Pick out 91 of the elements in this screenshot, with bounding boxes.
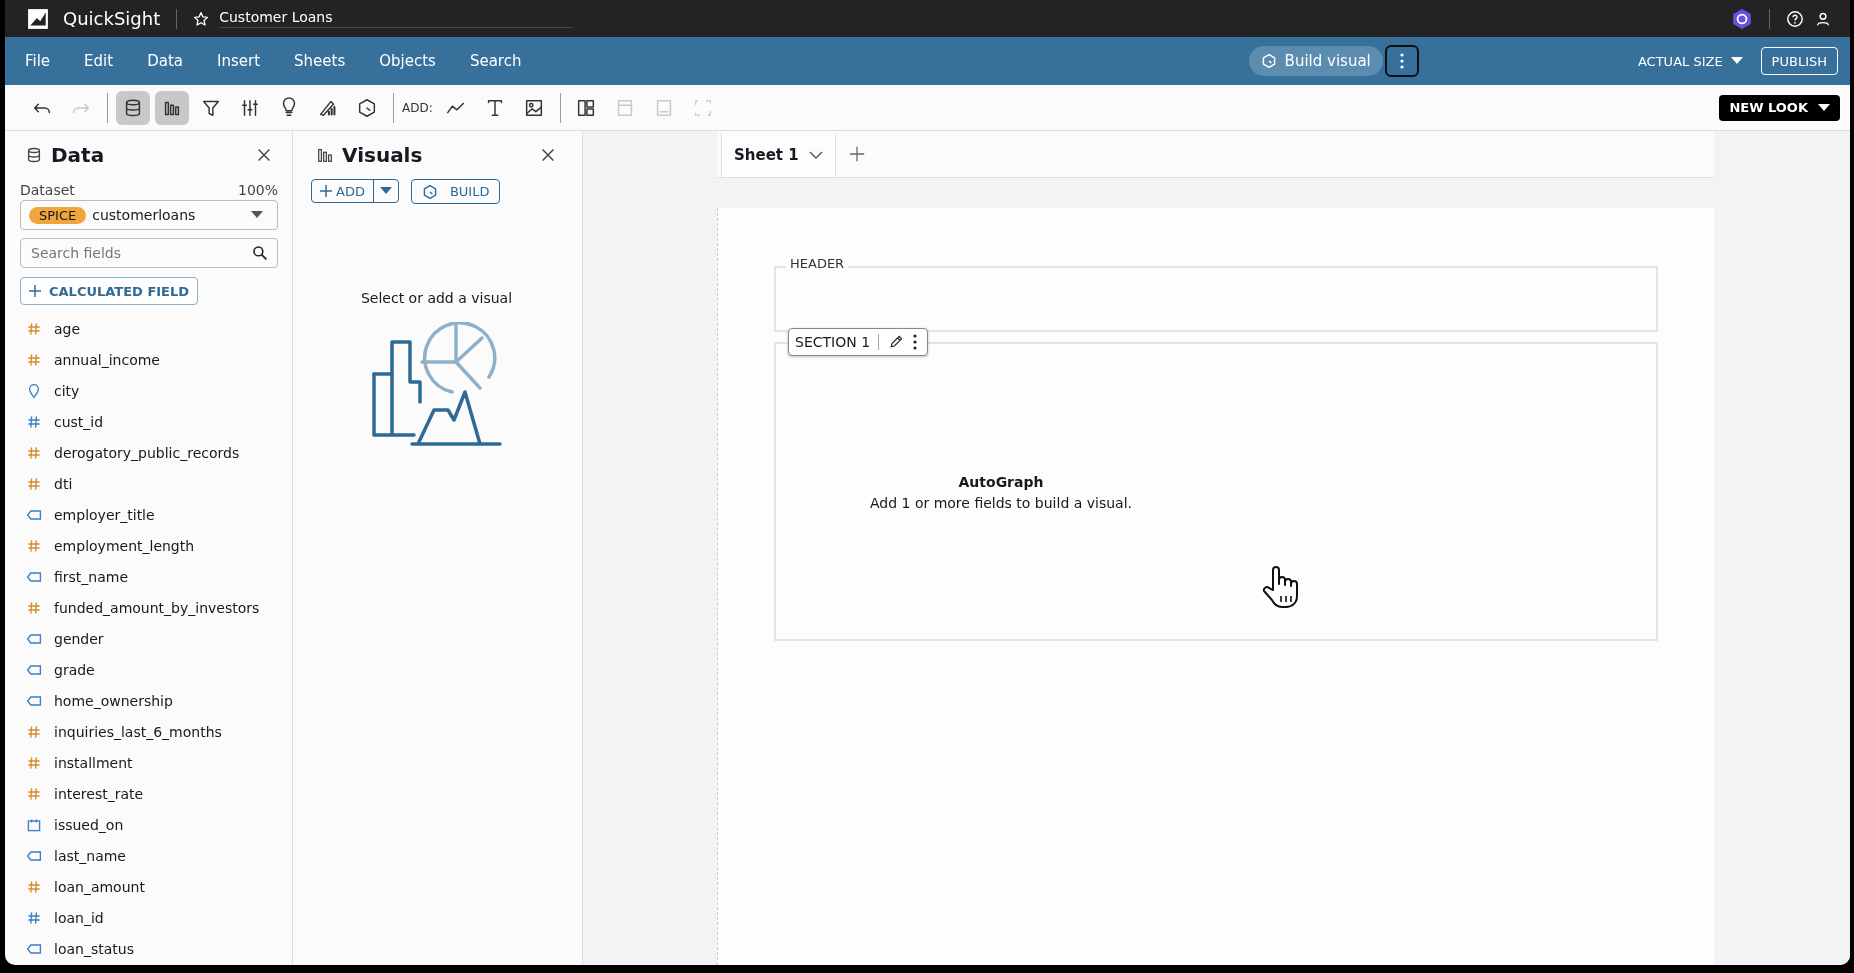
menu-item[interactable]: Sheets (294, 52, 346, 70)
dataset-name: customerloans (92, 207, 196, 223)
field-name[interactable]: grade (54, 661, 95, 678)
more-icon[interactable] (913, 334, 918, 350)
caret-icon (1730, 57, 1743, 65)
pencil-icon[interactable] (888, 334, 905, 350)
hash-icon (26, 351, 42, 368)
plus-icon (29, 285, 41, 297)
autograph-title: AutoGraph (957, 474, 1045, 490)
hash-icon (26, 754, 42, 771)
hexagon-icon (421, 183, 438, 200)
field-name[interactable]: city (54, 382, 80, 399)
help-icon[interactable] (1786, 9, 1804, 28)
panel-title: Visuals (342, 143, 423, 167)
caret-icon (251, 211, 263, 219)
menu-item[interactable]: Edit (84, 52, 114, 70)
field-name[interactable]: loan_id (54, 909, 104, 926)
empty-state-text: Select or add a visual (359, 290, 514, 306)
menu-item[interactable]: Insert (217, 52, 261, 70)
build-visual-button[interactable]: Build visual (1248, 46, 1383, 76)
field-name[interactable]: employment_length (54, 537, 195, 554)
hexagon-icon (1260, 53, 1277, 69)
caret-icon (808, 150, 823, 160)
field-name[interactable]: issued_on (54, 816, 124, 833)
hash-icon (26, 909, 42, 926)
bar-chart-icon (316, 146, 334, 164)
hash-icon (26, 413, 42, 430)
calculated-field-button[interactable]: CALCULATED FIELD (20, 277, 199, 305)
menu-item[interactable]: Objects (379, 52, 436, 70)
caret-icon (379, 187, 392, 195)
hash-icon (26, 537, 42, 554)
header-label: HEADER (786, 256, 849, 271)
field-name[interactable]: loan_status (54, 940, 134, 957)
pin-icon (26, 382, 42, 399)
field-name[interactable]: cust_id (54, 413, 104, 430)
build-button[interactable]: BUILD (410, 179, 501, 204)
menu-item[interactable]: Search (469, 52, 522, 70)
field-name[interactable]: last_name (54, 847, 126, 864)
field-name[interactable]: first_name (54, 568, 129, 585)
search-icon[interactable] (252, 245, 268, 261)
visuals-toolbar-button[interactable] (155, 90, 189, 125)
field-name[interactable]: inquiries_last_6_months (54, 723, 222, 740)
app-logo-icon (27, 7, 49, 30)
field-name[interactable]: funded_amount_by_investors (54, 599, 260, 616)
hash-icon (26, 723, 42, 740)
menu-item[interactable]: Data (147, 52, 183, 70)
field-name[interactable]: loan_amount (54, 878, 145, 895)
plus-icon (320, 185, 332, 197)
dataset-dropdown[interactable]: SPICE customerloans (20, 200, 278, 230)
sheet-tab[interactable]: Sheet 1 (721, 133, 836, 177)
add-label: ADD: (402, 100, 433, 115)
field-name[interactable]: employer_title (54, 506, 155, 523)
publish-button[interactable]: PUBLISH (1760, 47, 1838, 75)
data-toolbar-button[interactable] (116, 90, 150, 125)
analysis-title[interactable]: Customer Loans (219, 9, 573, 28)
hexagon-logo-icon[interactable] (1731, 7, 1753, 30)
field-name[interactable]: gender (54, 630, 104, 647)
autograph-hint: Add 1 or more fields to build a visual. (869, 495, 1133, 511)
field-name[interactable]: derogatory_public_records (54, 444, 240, 461)
panel-title: Data (51, 143, 105, 167)
caret-icon (1818, 103, 1830, 112)
dataset-label: Dataset (20, 182, 75, 198)
more-options-button[interactable] (1384, 45, 1419, 77)
new-look-button[interactable]: NEW LOOK (1719, 94, 1840, 121)
close-icon[interactable] (255, 146, 273, 164)
star-icon[interactable] (193, 10, 210, 27)
hash-icon (26, 444, 42, 461)
actual-size-dropdown[interactable]: ACTUAL SIZE (1631, 52, 1749, 70)
field-name[interactable]: annual_income (54, 351, 160, 368)
database-icon (25, 146, 43, 164)
search-field[interactable]: Search fields (20, 238, 278, 268)
menu-item[interactable]: File (25, 52, 51, 70)
calendar-icon (26, 816, 42, 833)
field-name[interactable]: dti (54, 475, 73, 492)
hand-cursor-icon (1261, 564, 1301, 610)
hash-icon (26, 599, 42, 616)
hash-icon (26, 320, 42, 337)
dataset-percent: 100% (237, 182, 278, 198)
field-name[interactable]: home_ownership (54, 692, 173, 709)
spice-badge: SPICE (29, 206, 87, 224)
hash-icon (26, 785, 42, 802)
add-sheet-icon[interactable] (847, 145, 866, 163)
hash-icon (26, 475, 42, 492)
field-name[interactable]: age (54, 320, 81, 337)
hash-icon (26, 878, 42, 895)
app-name: QuickSight (63, 8, 161, 29)
close-icon[interactable] (539, 146, 557, 164)
field-name[interactable]: installment (54, 754, 133, 771)
field-name[interactable]: interest_rate (54, 785, 144, 802)
more-icon (1399, 53, 1404, 69)
section-label: SECTION 1 (795, 334, 880, 350)
